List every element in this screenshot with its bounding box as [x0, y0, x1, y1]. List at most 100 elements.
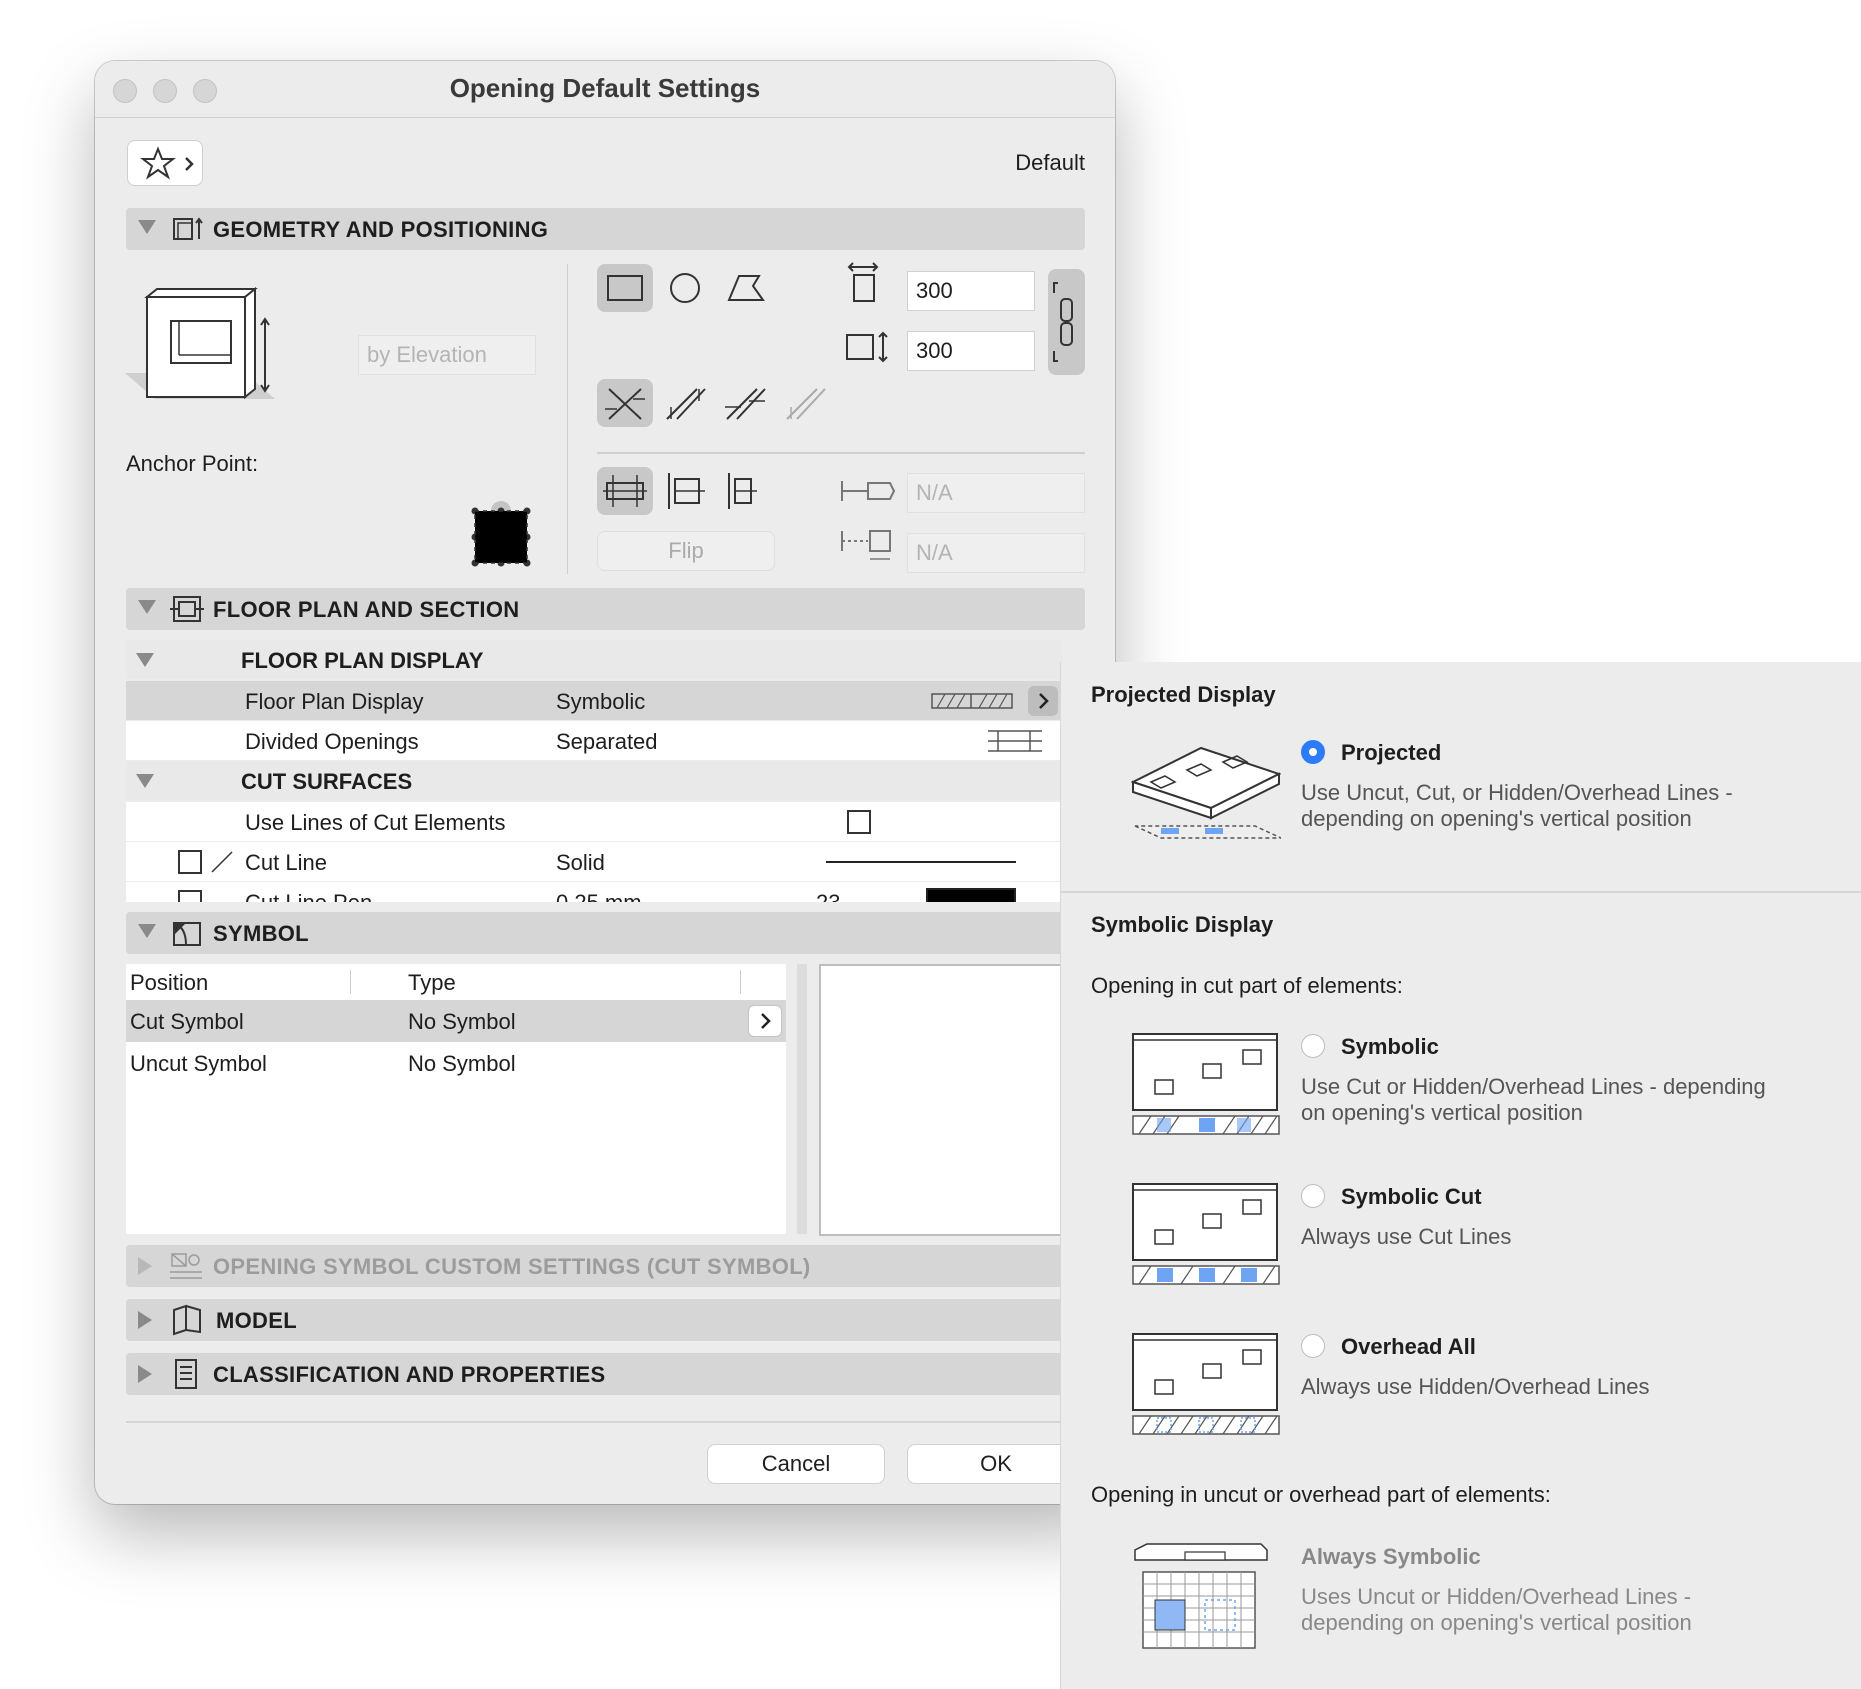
collapse-triangle-icon — [138, 600, 156, 614]
projected-radio[interactable] — [1301, 740, 1325, 764]
anchor-center-button[interactable] — [597, 467, 653, 515]
link-dimensions-button[interactable] — [1048, 269, 1085, 375]
projected-display-heading: Projected Display — [1091, 682, 1276, 707]
anchor-core-button[interactable] — [717, 467, 773, 515]
reveal-none-icon — [786, 388, 826, 420]
desc-line: Always use Hidden/Overhead Lines — [1301, 1374, 1650, 1399]
collapse-triangle-icon — [138, 220, 156, 234]
custom-settings-section-header[interactable]: OPENING SYMBOL CUSTOM SETTINGS (CUT SYMB… — [126, 1245, 1085, 1287]
offset-input-2[interactable]: N/A — [907, 533, 1085, 573]
cut-part-label: Opening in cut part of elements: — [1091, 973, 1403, 998]
rectangle-shape-button[interactable] — [597, 264, 653, 312]
custom-settings-icon — [170, 1253, 202, 1279]
symbol-position: Cut Symbol — [130, 1009, 244, 1034]
row-value: Separated — [556, 729, 658, 754]
symbolic-preview-icon — [931, 693, 1013, 709]
ok-button[interactable]: OK — [907, 1444, 1085, 1484]
group-title: CUT SURFACES — [241, 769, 413, 794]
floor-plan-display-row[interactable]: Floor Plan Display Symbolic — [126, 681, 1062, 720]
title-bar: Opening Default Settings — [95, 61, 1115, 118]
symbolic-display-heading: Symbolic Display — [1091, 912, 1274, 937]
favorites-button[interactable] — [127, 140, 203, 186]
floorplan-section-header[interactable]: FLOOR PLAN AND SECTION — [126, 588, 1085, 630]
expand-triangle-icon — [138, 1257, 152, 1275]
table-row[interactable]: Cut Symbol No Symbol — [126, 1000, 786, 1042]
star-icon — [140, 146, 194, 180]
use-lines-checkbox[interactable] — [847, 810, 871, 834]
symbolic-cut-illustration — [1132, 1183, 1280, 1285]
floor-plan-display-group[interactable]: FLOOR PLAN DISPLAY — [126, 640, 1062, 679]
line-type-icon — [211, 851, 233, 873]
reveal-none-button[interactable] — [777, 379, 833, 427]
overhead-all-label: Overhead All — [1341, 1334, 1476, 1359]
desc-line: depending on opening's vertical position — [1301, 806, 1692, 831]
uncut-part-label: Opening in uncut or overhead part of ele… — [1091, 1482, 1551, 1507]
reveal-icon — [605, 388, 645, 420]
window-title: Opening Default Settings — [449, 73, 761, 103]
width-input[interactable]: 300 — [907, 271, 1035, 311]
floor-plan-display-popover: Projected Display Projected Use Uncut, C… — [1061, 662, 1861, 1689]
flip-button[interactable]: Flip — [597, 531, 775, 571]
symbolic-description: Use Cut or Hidden/Overhead Lines - depen… — [1301, 1074, 1766, 1126]
row-label: Divided Openings — [245, 729, 419, 754]
cut-symbol-arrow-button[interactable] — [748, 1005, 782, 1037]
offset-depth-icon — [841, 530, 891, 560]
circle-icon — [670, 273, 700, 303]
circle-shape-button[interactable] — [657, 264, 713, 312]
divided-openings-row[interactable]: Divided Openings Separated — [126, 721, 1062, 760]
symbol-type: No Symbol — [408, 1009, 516, 1034]
collapse-triangle-icon — [136, 653, 154, 667]
floor-plan-display-arrow-button[interactable] — [1028, 686, 1058, 716]
divider — [597, 452, 1085, 454]
cut-line-checkbox[interactable] — [178, 850, 202, 874]
height-icon — [846, 331, 888, 363]
anchor-center-icon — [603, 475, 647, 507]
table-row[interactable]: Uncut Symbol No Symbol — [126, 1042, 786, 1084]
custom-settings-title: OPENING SYMBOL CUSTOM SETTINGS (CUT SYMB… — [213, 1254, 811, 1279]
anchor-point-grid[interactable] — [465, 501, 537, 573]
symbolic-radio[interactable] — [1301, 1034, 1325, 1058]
overhead-all-description: Always use Hidden/Overhead Lines — [1301, 1374, 1650, 1400]
row-label: Cut Line — [245, 850, 327, 875]
width-icon — [847, 262, 879, 302]
classification-section-header[interactable]: CLASSIFICATION AND PROPERTIES — [126, 1353, 1085, 1395]
geometry-section-title: GEOMETRY AND POSITIONING — [213, 217, 549, 242]
polygon-shape-button[interactable] — [717, 264, 773, 312]
geometry-icon — [173, 217, 203, 240]
anchor-side-button[interactable] — [657, 467, 713, 515]
reveal-both-sides-button[interactable] — [597, 379, 653, 427]
row-label: Floor Plan Display — [245, 689, 424, 714]
use-lines-row[interactable]: Use Lines of Cut Elements — [126, 802, 1062, 841]
cut-line-row[interactable]: Cut Line Solid — [126, 842, 1062, 881]
overhead-all-illustration — [1132, 1333, 1280, 1435]
anchor-core-icon — [728, 473, 757, 509]
reveal-inside-button[interactable] — [657, 379, 713, 427]
anchor-point-label: Anchor Point: — [126, 451, 259, 476]
divider — [126, 1421, 1085, 1423]
offset-icon — [841, 481, 896, 501]
always-symbolic-description: Uses Uncut or Hidden/Overhead Lines - de… — [1301, 1584, 1692, 1636]
offset-input-1[interactable]: N/A — [907, 473, 1085, 513]
symbol-section-header[interactable]: SYMBOL — [126, 912, 1085, 954]
cut-line-pen-row[interactable]: Cut Line Pen 0.25 mm 23 — [126, 882, 1062, 902]
symbolic-cut-radio[interactable] — [1301, 1184, 1325, 1208]
model-section-header[interactable]: MODEL — [126, 1299, 1085, 1341]
cut-surfaces-group[interactable]: CUT SURFACES — [126, 761, 1062, 800]
table-scrollbar[interactable] — [797, 964, 807, 1234]
desc-line: Uses Uncut or Hidden/Overhead Lines - — [1301, 1584, 1692, 1609]
desc-line: on opening's vertical position — [1301, 1100, 1583, 1125]
geometry-section-header[interactable]: GEOMETRY AND POSITIONING — [126, 208, 1085, 250]
elevation-field[interactable]: by Elevation — [358, 335, 536, 375]
overhead-all-radio[interactable] — [1301, 1334, 1325, 1358]
collapse-triangle-icon — [136, 774, 154, 788]
anchor-side-icon — [668, 473, 705, 509]
classification-section-title: CLASSIFICATION AND PROPERTIES — [213, 1362, 606, 1387]
pen-color-swatch[interactable] — [926, 888, 1016, 902]
desc-line: Use Cut or Hidden/Overhead Lines - depen… — [1301, 1074, 1766, 1099]
reveal-outside-button[interactable] — [717, 379, 773, 427]
cut-pen-checkbox[interactable] — [178, 890, 202, 902]
height-input[interactable]: 300 — [907, 331, 1035, 371]
floorplan-icon — [170, 596, 204, 622]
collapse-triangle-icon — [138, 924, 156, 938]
cancel-button[interactable]: Cancel — [707, 1444, 885, 1484]
